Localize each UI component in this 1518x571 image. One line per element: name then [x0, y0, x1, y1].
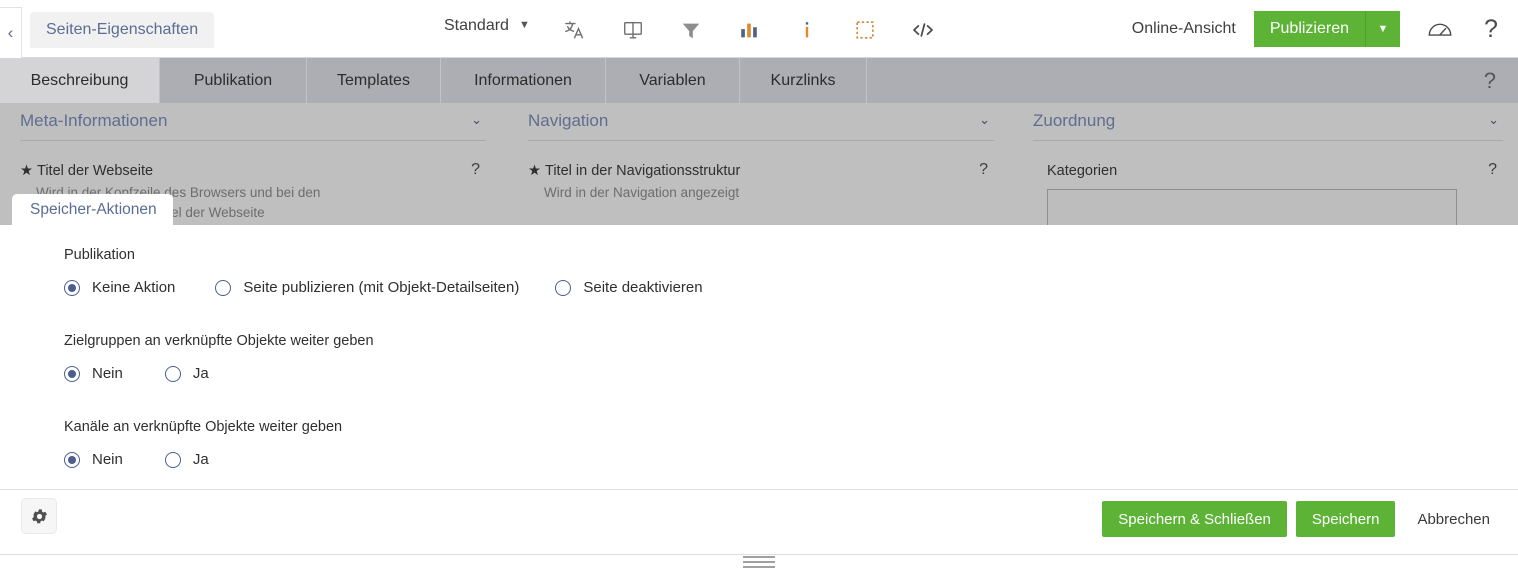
dialog-resize-handle[interactable]: [743, 556, 775, 571]
toolbar-right-group: Online-Ansicht Publizieren ▼ ?: [1132, 11, 1504, 47]
section-zuordnung: Zuordnung ⌄ Kategorien ?: [1033, 111, 1503, 235]
field-help-icon[interactable]: ?: [471, 161, 480, 179]
save-button[interactable]: Speichern: [1296, 501, 1396, 537]
breadcrumb-seiten-eigenschaften[interactable]: Seiten-Eigenschaften: [30, 12, 214, 48]
radio-option-kanaele-nein[interactable]: Nein: [64, 451, 123, 468]
modal-tab-speicher-aktionen[interactable]: Speicher-Aktionen: [12, 194, 173, 225]
tab-templates[interactable]: Templates: [307, 58, 441, 103]
radio-button[interactable]: [64, 366, 80, 382]
settings-gear-button[interactable]: [21, 498, 57, 534]
field-label-text: Kategorien: [1047, 163, 1117, 179]
radio-option-zielgruppen-ja[interactable]: Ja: [165, 365, 209, 382]
code-icon[interactable]: [904, 12, 942, 48]
group-publikation: Publikation Keine Aktion Seite publizier…: [64, 247, 703, 296]
field-help-icon[interactable]: ?: [1488, 161, 1497, 179]
group-title: Kanäle an verknüpfte Objekte weiter gebe…: [64, 419, 342, 435]
grip-line: [743, 556, 775, 558]
info-icon[interactable]: [788, 12, 826, 48]
bar-chart-icon[interactable]: [730, 12, 768, 48]
section-header-zuordnung[interactable]: Zuordnung ⌄: [1033, 111, 1503, 141]
radio-button[interactable]: [165, 366, 181, 382]
group-title: Publikation: [64, 247, 703, 263]
gauge-icon[interactable]: [1424, 14, 1456, 44]
app-root: ‹ Seiten-Eigenschaften Standard ▼: [0, 0, 1518, 557]
speicher-aktionen-dialog: Publikation Keine Aktion Seite publizier…: [0, 225, 1518, 557]
radio-button[interactable]: [555, 280, 571, 296]
field-help-icon[interactable]: ?: [979, 161, 988, 179]
radio-option-seite-publizieren[interactable]: Seite publizieren (mit Objekt-Detailseit…: [215, 279, 519, 296]
radio-option-keine-aktion[interactable]: Keine Aktion: [64, 279, 175, 296]
radio-label: Nein: [92, 365, 123, 382]
section-title: Meta-Informationen: [20, 111, 167, 130]
radio-label: Seite deaktivieren: [583, 279, 702, 296]
radio-button[interactable]: [165, 452, 181, 468]
section-title: Navigation: [528, 111, 608, 130]
field-label-text: Titel der Webseite: [37, 163, 153, 179]
radio-option-seite-deaktivieren[interactable]: Seite deaktivieren: [555, 279, 702, 296]
required-star-icon: ★: [528, 163, 541, 179]
dialog-footer: Speichern & Schließen Speichern Abbreche…: [0, 489, 1518, 555]
radio-button[interactable]: [64, 280, 80, 296]
chevron-down-icon: ⌄: [979, 112, 990, 128]
radio-group-publikation: Keine Aktion Seite publizieren (mit Obje…: [64, 279, 703, 296]
field-label-text: Titel in der Navigationsstruktur: [545, 163, 740, 179]
radio-label: Seite publizieren (mit Objekt-Detailseit…: [243, 279, 519, 296]
chevron-down-icon: ▼: [1378, 23, 1389, 35]
group-zielgruppen: Zielgruppen an verknüpfte Objekte weiter…: [64, 333, 374, 382]
section-navigation: Navigation ⌄ ★Titel in der Navigationsst…: [528, 111, 994, 203]
radio-button[interactable]: [64, 452, 80, 468]
radio-label: Keine Aktion: [92, 279, 175, 296]
top-toolbar: ‹ Seiten-Eigenschaften Standard ▼: [0, 0, 1518, 58]
radio-group-kanaele: Nein Ja: [64, 451, 342, 468]
radio-option-kanaele-ja[interactable]: Ja: [165, 451, 209, 468]
dialog-body: Publikation Keine Aktion Seite publizier…: [0, 225, 1518, 489]
radio-button[interactable]: [215, 280, 231, 296]
field-label: ★Titel der Webseite: [20, 163, 486, 179]
help-icon[interactable]: ?: [1478, 14, 1504, 44]
radio-label: Ja: [193, 365, 209, 382]
publish-button[interactable]: Publizieren: [1254, 11, 1366, 47]
save-and-close-button[interactable]: Speichern & Schließen: [1102, 501, 1287, 537]
grip-line: [743, 566, 775, 568]
tab-beschreibung[interactable]: Beschreibung: [0, 58, 160, 103]
field-titel-navigationsstruktur: ★Titel in der Navigationsstruktur ? Wird…: [528, 163, 994, 203]
back-chevron-icon[interactable]: ‹: [0, 7, 22, 59]
field-label: ★Titel in der Navigationsstruktur: [528, 163, 994, 179]
section-title: Zuordnung: [1033, 111, 1115, 130]
translate-icon[interactable]: [556, 12, 594, 48]
template-select[interactable]: Standard ▼: [444, 17, 530, 35]
section-header-navigation[interactable]: Navigation ⌄: [528, 111, 994, 141]
chevron-down-icon: ⌄: [1488, 112, 1499, 128]
publish-dropdown-button[interactable]: ▼: [1366, 11, 1400, 47]
field-hint: Wird in der Navigation angezeigt: [544, 183, 844, 203]
filter-icon[interactable]: [672, 12, 710, 48]
tab-kurzlinks[interactable]: Kurzlinks: [740, 58, 867, 103]
selection-box-icon[interactable]: [846, 12, 884, 48]
radio-group-zielgruppen: Nein Ja: [64, 365, 374, 382]
tab-bar: Beschreibung Publikation Templates Infor…: [0, 58, 1518, 103]
section-header-meta[interactable]: Meta-Informationen ⌄: [20, 111, 486, 141]
radio-label: Nein: [92, 451, 123, 468]
tab-informationen[interactable]: Informationen: [441, 58, 606, 103]
template-select-value: Standard: [444, 17, 509, 34]
field-label: Kategorien: [1047, 163, 1503, 179]
footer-action-buttons: Speichern & Schließen Speichern Abbreche…: [1093, 501, 1500, 537]
online-view-link[interactable]: Online-Ansicht: [1132, 20, 1236, 38]
group-title: Zielgruppen an verknüpfte Objekte weiter…: [64, 333, 374, 349]
cancel-button[interactable]: Abbrechen: [1395, 511, 1500, 528]
group-kanaele: Kanäle an verknüpfte Objekte weiter gebe…: [64, 419, 342, 468]
radio-label: Ja: [193, 451, 209, 468]
chevron-down-icon: ▼: [519, 19, 530, 31]
tabbar-help-icon[interactable]: ?: [1484, 58, 1496, 103]
chevron-down-icon: ⌄: [471, 112, 482, 128]
radio-option-zielgruppen-nein[interactable]: Nein: [64, 365, 123, 382]
required-star-icon: ★: [20, 163, 33, 179]
tab-variablen[interactable]: Variablen: [606, 58, 740, 103]
preview-monitor-icon[interactable]: [614, 12, 652, 48]
grip-line: [743, 561, 775, 563]
tab-publikation[interactable]: Publikation: [160, 58, 307, 103]
toolbar-icon-group: [556, 12, 942, 48]
